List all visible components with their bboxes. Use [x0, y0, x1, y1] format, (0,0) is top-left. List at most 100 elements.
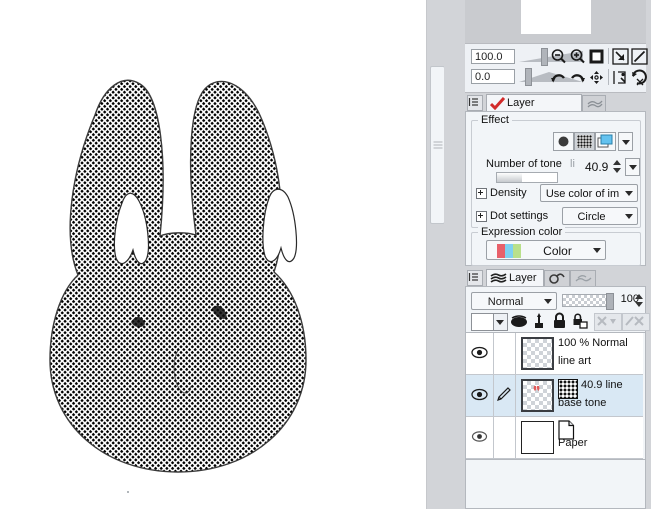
layer-property-panel: Effect Number of tone li 40.9 Density Us… [465, 111, 646, 266]
lock-layer-button[interactable] [552, 312, 567, 332]
chevron-down-icon [593, 248, 601, 253]
rotate-value-input[interactable]: 0.0 [471, 69, 515, 84]
flip-horizontal-icon[interactable] [612, 48, 629, 65]
layer-thumbnail[interactable] [521, 421, 554, 454]
layer-line1: 100 % Normal [558, 337, 628, 349]
zoom-slider-knob[interactable] [541, 48, 548, 66]
dock-gutter [444, 0, 462, 509]
layer-draw-marker-cell[interactable] [493, 375, 516, 416]
table-row[interactable]: 100 % Normal line art [466, 333, 643, 375]
layer-draw-marker-cell[interactable] [493, 333, 516, 374]
effect-dropdown-button[interactable] [618, 132, 633, 151]
eye-icon[interactable] [471, 346, 488, 359]
pencil-icon[interactable] [497, 387, 511, 403]
fit-to-screen-icon[interactable] [588, 48, 605, 65]
zoom-out-icon[interactable] [550, 48, 567, 65]
stray-dot [127, 491, 129, 493]
layer-thumbnail[interactable] [521, 379, 554, 412]
layer-line2: line art [558, 355, 592, 367]
transparent-pixel-lock-button[interactable] [532, 312, 546, 332]
chevron-down-icon [625, 214, 633, 219]
rotate-slider-knob[interactable] [525, 68, 532, 86]
layer-thumbnail[interactable] [521, 337, 554, 370]
rotate-left-icon[interactable] [550, 69, 567, 86]
panel-menu-icon[interactable] [467, 95, 483, 111]
clipping-mask-button[interactable] [510, 313, 528, 332]
tone-lines-slider[interactable] [496, 172, 558, 183]
tone-lines-stepper[interactable] [612, 158, 623, 175]
dot-settings-expand-toggle[interactable] [476, 211, 487, 222]
layer-line2: Paper [558, 437, 588, 449]
layer-list[interactable]: 100 % Normal line art 40.9 line base ton… [465, 332, 646, 460]
blend-mode-select[interactable]: Normal [471, 292, 557, 310]
expression-color-group-label: Expression color [478, 226, 566, 238]
tab-layer-label: Layer [509, 272, 537, 284]
tone-lines-label: Number of tone [486, 158, 562, 170]
scrollbar-grip-icon [433, 141, 442, 149]
rabbit-silhouette [50, 80, 306, 472]
panel-menu-icon[interactable] [467, 270, 483, 286]
zoom-in-icon[interactable] [569, 48, 586, 65]
layer-draw-marker-cell[interactable] [493, 417, 516, 458]
density-expand-toggle[interactable] [476, 188, 487, 199]
tone-lines-label-truncated: li [570, 158, 575, 170]
effect-border-icon[interactable] [553, 132, 574, 151]
density-value: Use color of im [545, 188, 620, 200]
layer-visibility-cell[interactable] [466, 375, 494, 416]
mask-enable-button[interactable] [594, 313, 622, 331]
stepper-up-icon[interactable] [635, 294, 643, 299]
tab-layer[interactable]: Layer [486, 269, 544, 286]
right-dock: 100.0 0.0 Layer Effect Number of tone li… [462, 0, 651, 509]
reset-view-icon[interactable] [631, 69, 648, 86]
table-row[interactable]: 40.9 line base tone [466, 375, 643, 417]
zoom-value-input[interactable]: 100.0 [471, 49, 515, 64]
layer-visibility-cell[interactable] [466, 333, 494, 374]
tab-layer-property[interactable]: Layer Property [486, 94, 582, 126]
flip-vertical-icon[interactable] [612, 69, 629, 86]
layer-visibility-cell[interactable] [466, 417, 494, 458]
chevron-down-icon [625, 191, 633, 196]
rotate-diagonal-icon[interactable] [631, 48, 648, 65]
table-row[interactable]: Paper [466, 417, 643, 459]
expression-color-value: Color [543, 244, 572, 258]
mask-disable-button[interactable] [622, 313, 650, 331]
opacity-slider-knob[interactable] [606, 293, 614, 310]
expression-color-select[interactable]: Color [486, 240, 606, 260]
dot-settings-value: Circle [577, 211, 606, 223]
eye-icon[interactable] [471, 430, 488, 443]
reset-rotation-icon[interactable] [588, 69, 605, 86]
layer-color-dropdown-button[interactable] [493, 313, 508, 331]
density-value-select[interactable]: Use color of im [540, 184, 638, 202]
layer-list-empty-area [465, 460, 646, 509]
layer-palette-toolbar: Normal 100 [465, 286, 650, 332]
effect-tone-icon[interactable] [574, 132, 595, 151]
tone-lines-value[interactable]: 40.9 [585, 160, 608, 174]
stepper-down-icon[interactable] [613, 168, 621, 173]
tone-halftone-icon [558, 379, 578, 399]
stepper-down-icon[interactable] [635, 302, 643, 307]
opacity-stepper[interactable] [634, 292, 645, 309]
tab-animation-cels[interactable] [582, 95, 606, 112]
rotate-right-icon[interactable] [569, 69, 586, 86]
effect-group-label: Effect [478, 114, 512, 126]
layer-tabstrip: Layer [465, 268, 646, 287]
layer-color-swatch-button[interactable] [471, 313, 495, 331]
chevron-down-icon [628, 165, 637, 170]
layer-line1: 40.9 line [581, 379, 623, 391]
tone-lines-dropdown-button[interactable] [625, 158, 640, 176]
tab-layer-property-small[interactable] [570, 270, 596, 287]
application-window: 100.0 0.0 Layer Effect Number of tone li… [0, 0, 651, 509]
scrollbar-thumb[interactable] [430, 66, 445, 224]
chevron-down-icon [496, 320, 504, 325]
eye-icon[interactable] [471, 388, 488, 401]
effect-layer-color-icon[interactable] [595, 132, 616, 151]
layer-line2: base tone [558, 397, 607, 409]
navigator-preview[interactable] [465, 0, 646, 44]
stepper-up-icon[interactable] [613, 160, 621, 165]
lock-transparency-button[interactable] [572, 312, 589, 332]
toolbar-separator [608, 48, 609, 64]
dot-settings-value-select[interactable]: Circle [562, 207, 638, 225]
canvas-area[interactable] [0, 0, 426, 509]
canvas-vertical-scrollbar[interactable] [426, 0, 445, 509]
tab-layer-search[interactable] [544, 270, 570, 287]
